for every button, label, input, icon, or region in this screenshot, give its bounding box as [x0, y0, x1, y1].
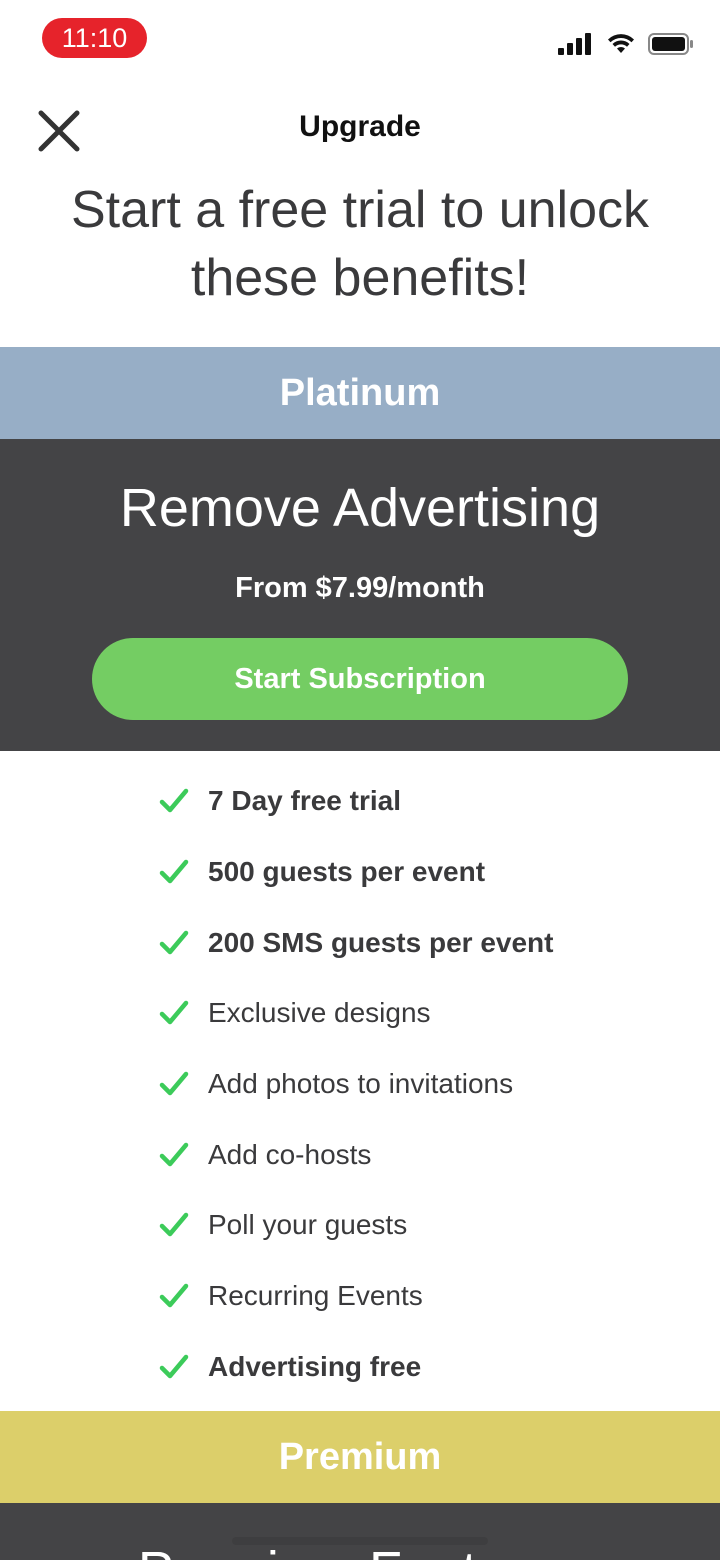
premium-panel: Premium Features [0, 1503, 720, 1560]
platinum-headline: Remove Advertising [119, 478, 601, 538]
status-icons [558, 30, 694, 58]
benefit-label: 500 guests per event [208, 856, 486, 888]
benefit-label: Advertising free [208, 1350, 422, 1382]
benefit-label: 200 SMS guests per event [208, 926, 554, 958]
checkmark-icon [159, 1354, 189, 1379]
benefit-label: Exclusive designs [208, 997, 431, 1029]
checkmark-icon [159, 1142, 189, 1167]
premium-tier-band: Premium [0, 1411, 720, 1503]
platinum-price: From $7.99/month [235, 572, 485, 604]
checkmark-icon [159, 1283, 189, 1308]
page-title: Upgrade [299, 110, 421, 143]
battery-icon [648, 33, 693, 55]
benefit-item: Advertising free [158, 1332, 698, 1403]
benefit-item: Add photos to invitations [158, 1049, 698, 1120]
checkmark-icon [159, 1001, 189, 1025]
cellular-signal-icon [558, 33, 591, 55]
upgrade-screen: 11:10 Upgrade Start a free trial to unlo… [0, 0, 720, 1560]
benefit-label: Add co-hosts [208, 1138, 372, 1170]
checkmark-icon [159, 1071, 189, 1096]
benefit-item: Add co-hosts [158, 1119, 698, 1190]
benefit-label: Add photos to invitations [208, 1068, 514, 1100]
benefit-item: Recurring Events [158, 1261, 698, 1332]
benefit-item: Exclusive designs [158, 978, 698, 1049]
benefit-item: 7 Day free trial [158, 766, 698, 837]
platinum-tier-band: Platinum [0, 347, 720, 439]
benefits-list: 7 Day free trial 500 guests per event 200 … [158, 766, 698, 1402]
start-subscription-button[interactable]: Start Subscription [92, 638, 628, 720]
benefit-item: 500 guests per event [158, 837, 698, 908]
home-indicator[interactable] [232, 1537, 488, 1545]
status-bar: 11:10 [0, 0, 720, 80]
benefit-label: 7 Day free trial [208, 785, 401, 817]
checkmark-icon [159, 859, 189, 884]
hero-heading: Start a free trial to unlock these benef… [70, 181, 650, 307]
wifi-icon [608, 34, 634, 53]
checkmark-icon [159, 1213, 189, 1237]
benefit-item: 200 SMS guests per event [158, 907, 698, 978]
checkmark-icon [159, 930, 189, 954]
benefit-label: Poll your guests [208, 1209, 408, 1241]
benefit-label: Recurring Events [208, 1280, 423, 1312]
benefit-item: Poll your guests [158, 1190, 698, 1261]
checkmark-icon [159, 789, 189, 813]
status-time: 11:10 [42, 18, 147, 58]
